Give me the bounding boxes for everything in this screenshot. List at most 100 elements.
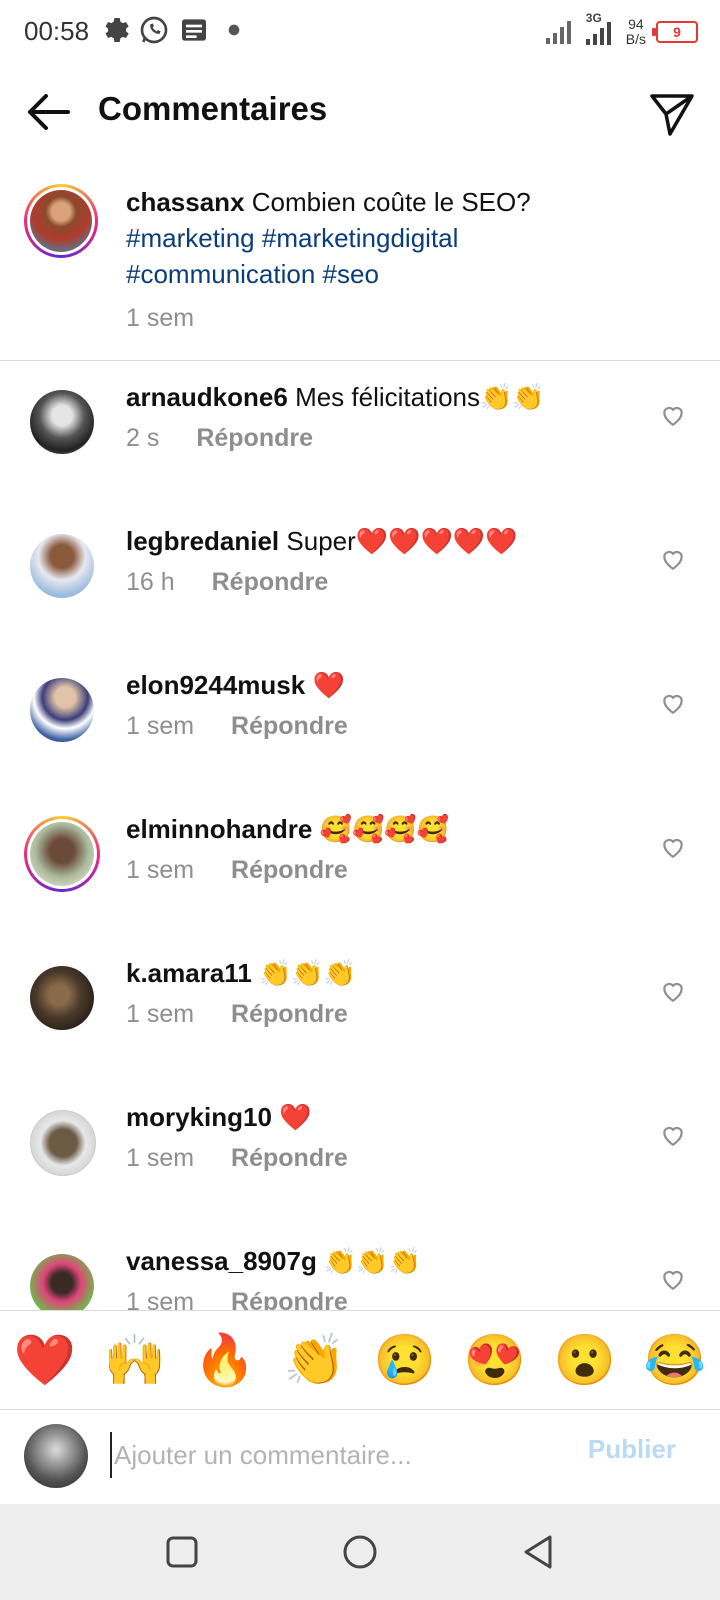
- heart-icon[interactable]: [660, 1122, 686, 1148]
- comments-list[interactable]: arnaudkone6 Mes félicitations👏👏 2 s Répo…: [0, 362, 720, 1310]
- recent-apps-icon[interactable]: [162, 1532, 202, 1572]
- avatar[interactable]: [30, 678, 94, 742]
- comment-time: 2 s: [126, 424, 160, 452]
- reply-button[interactable]: Répondre: [231, 856, 348, 884]
- reply-button[interactable]: Répondre: [231, 1000, 348, 1028]
- heart-icon[interactable]: [660, 402, 686, 428]
- caption-time: 1 sem: [126, 304, 195, 332]
- quick-emoji-bar: ❤️ 🙌 🔥 👏 😢 😍 😮 😂: [0, 1310, 720, 1410]
- comment-input[interactable]: [110, 1432, 536, 1478]
- comment-meta: 16 h Répondre: [126, 568, 328, 597]
- avatar[interactable]: [30, 534, 94, 598]
- comment-text: vanessa_8907g 👏👏👏: [126, 1244, 421, 1278]
- reply-button[interactable]: Répondre: [196, 424, 313, 452]
- battery-icon: 9: [652, 21, 698, 43]
- reply-button[interactable]: Répondre: [231, 1144, 348, 1172]
- comment-meta: 1 sem Répondre: [126, 1144, 348, 1173]
- comment-item: elminnohandre 🥰🥰🥰🥰 1 sem Répondre: [0, 794, 720, 938]
- comment-body: 👏👏👏: [259, 958, 357, 988]
- comment-username[interactable]: vanessa_8907g: [126, 1246, 317, 1276]
- caption-avatar[interactable]: [24, 184, 98, 258]
- comment-body: Super❤️❤️❤️❤️❤️: [286, 526, 518, 556]
- comment-time: 16 h: [126, 568, 175, 596]
- comment-text: moryking10 ❤️: [126, 1100, 312, 1134]
- comment-text: elon9244musk ❤️: [126, 668, 345, 702]
- comment-item: k.amara11 👏👏👏 1 sem Répondre: [0, 938, 720, 1082]
- reply-button[interactable]: Répondre: [231, 712, 348, 740]
- network-type: 3G: [585, 11, 602, 25]
- net-speed-unit: B/s: [625, 31, 646, 47]
- arrow-left-icon[interactable]: [24, 90, 72, 134]
- page-title: Commentaires: [98, 90, 328, 127]
- comment-username[interactable]: arnaudkone6: [126, 382, 288, 412]
- message-icon: [182, 19, 206, 41]
- comment-meta: 1 sem Répondre: [126, 1000, 348, 1029]
- comment-username[interactable]: elminnohandre: [126, 814, 312, 844]
- emoji-heart-button[interactable]: ❤️: [14, 1331, 76, 1390]
- dot-icon: [228, 24, 240, 36]
- comment-meta: 1 sem Répondre: [126, 712, 348, 741]
- comment-input-bar: Publier: [0, 1408, 720, 1504]
- comment-time: 1 sem: [126, 712, 195, 740]
- reply-button[interactable]: Répondre: [212, 568, 329, 596]
- caption-body: Combien coûte le SEO?: [251, 187, 531, 217]
- system-nav-bar: [0, 1504, 720, 1600]
- comment-body: ❤️: [279, 1102, 312, 1132]
- avatar[interactable]: [30, 1254, 94, 1310]
- comment-username[interactable]: elon9244musk: [126, 670, 305, 700]
- comment-item: moryking10 ❤️ 1 sem Répondre: [0, 1082, 720, 1226]
- comment-time: 1 sem: [126, 1144, 195, 1172]
- emoji-raised-hands-button[interactable]: 🙌: [104, 1331, 166, 1390]
- heart-icon[interactable]: [660, 546, 686, 572]
- comment-username[interactable]: moryking10: [126, 1102, 272, 1132]
- post-caption: chassanx Combien coûte le SEO? #marketin…: [0, 180, 720, 361]
- comment-body: ❤️: [312, 670, 345, 700]
- emoji-clap-button[interactable]: 👏: [284, 1331, 346, 1390]
- comment-username[interactable]: k.amara11: [126, 958, 252, 988]
- hashtag[interactable]: #marketing: [126, 223, 255, 253]
- comment-username[interactable]: legbredaniel: [126, 526, 279, 556]
- hashtag[interactable]: #communication: [126, 259, 315, 289]
- whatsapp-icon: [140, 16, 168, 44]
- home-icon[interactable]: [340, 1532, 380, 1572]
- comment-body: 👏👏👏: [324, 1246, 422, 1276]
- comment-time: 1 sem: [126, 856, 195, 884]
- heart-icon[interactable]: [660, 690, 686, 716]
- emoji-heart-eyes-button[interactable]: 😍: [464, 1331, 526, 1390]
- signal-icon: [545, 21, 571, 44]
- status-right: 3G 94 B/s 9: [544, 11, 698, 50]
- heart-icon[interactable]: [660, 1266, 686, 1292]
- comment-item: arnaudkone6 Mes félicitations👏👏 2 s Répo…: [0, 362, 720, 506]
- publish-button[interactable]: Publier: [588, 1434, 676, 1465]
- comment-item: elon9244musk ❤️ 1 sem Répondre: [0, 650, 720, 794]
- comment-body: 🥰🥰🥰🥰: [319, 814, 450, 844]
- emoji-cry-button[interactable]: 😢: [374, 1331, 436, 1390]
- comment-time: 1 sem: [126, 1000, 195, 1028]
- hashtag[interactable]: #seo: [323, 259, 379, 289]
- avatar[interactable]: [30, 966, 94, 1030]
- reply-button[interactable]: Répondre: [231, 1288, 348, 1310]
- gear-icon: [105, 18, 129, 42]
- comment-time: 1 sem: [126, 1288, 195, 1310]
- emoji-laugh-button[interactable]: 😂: [644, 1331, 706, 1390]
- emoji-fire-button[interactable]: 🔥: [194, 1331, 256, 1390]
- comment-text: k.amara11 👏👏👏: [126, 956, 356, 990]
- header: Commentaires: [0, 72, 720, 152]
- caption-username[interactable]: chassanx: [126, 187, 245, 217]
- comment-text: arnaudkone6 Mes félicitations👏👏: [126, 380, 545, 414]
- avatar[interactable]: [24, 816, 100, 892]
- status-time: 00:58: [24, 16, 90, 46]
- send-icon[interactable]: [648, 90, 696, 138]
- signal-3g-icon: 3G: [584, 11, 616, 47]
- net-speed-value: 94: [628, 16, 644, 32]
- hashtag[interactable]: #marketingdigital: [262, 223, 459, 253]
- heart-icon[interactable]: [660, 978, 686, 1004]
- back-nav-icon[interactable]: [518, 1532, 558, 1572]
- emoji-surprised-button[interactable]: 😮: [554, 1331, 616, 1390]
- net-speed: 94 B/s: [626, 17, 646, 47]
- comment-item: legbredaniel Super❤️❤️❤️❤️❤️ 16 h Répond…: [0, 506, 720, 650]
- avatar[interactable]: [30, 1110, 96, 1176]
- heart-icon[interactable]: [660, 834, 686, 860]
- avatar[interactable]: [30, 390, 94, 454]
- avatar: [24, 1424, 88, 1488]
